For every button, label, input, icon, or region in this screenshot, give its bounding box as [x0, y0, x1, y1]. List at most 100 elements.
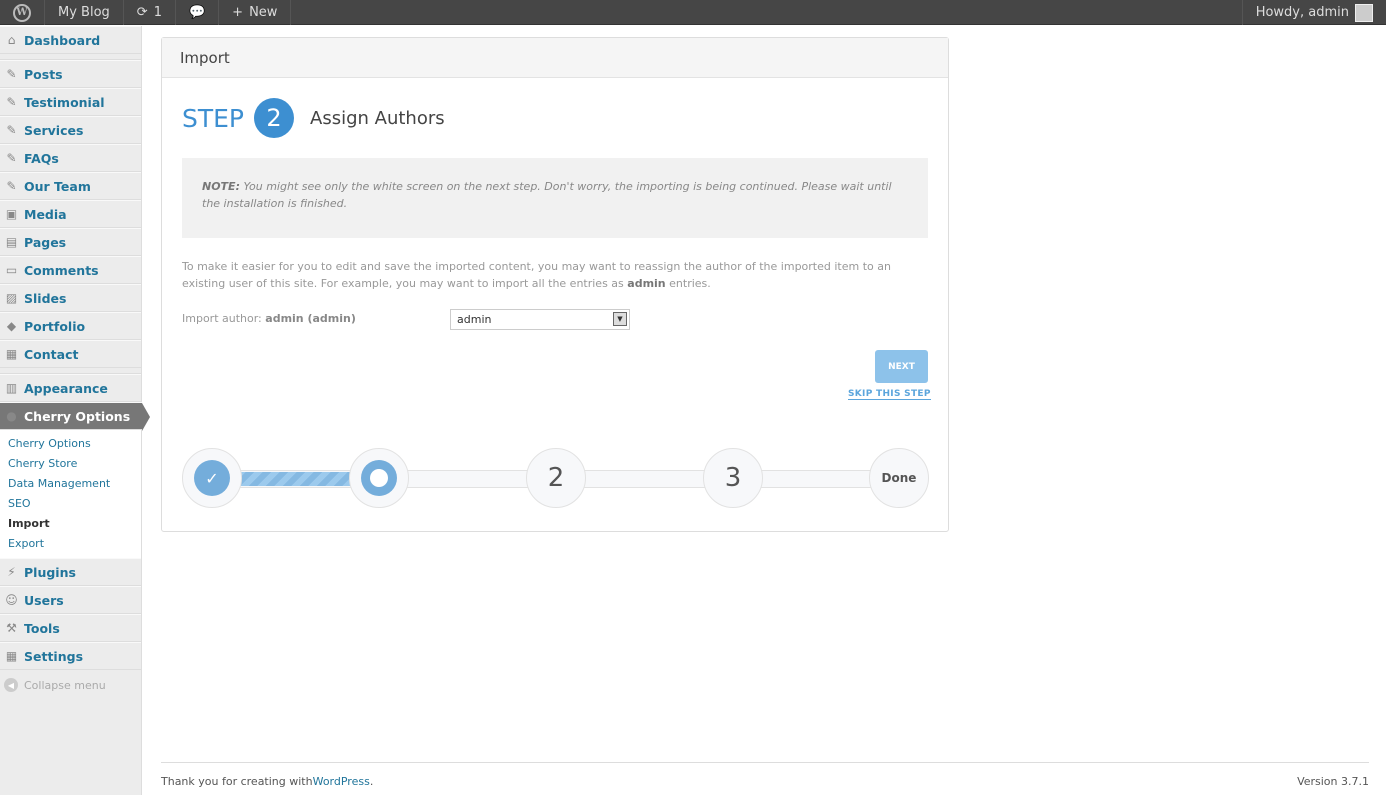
current-step-ring-icon [361, 460, 397, 496]
step-title: Assign Authors [310, 107, 445, 129]
sidebar-item-posts[interactable]: ✎ Posts [0, 60, 141, 88]
import-author-label: Import author: admin (admin) [182, 312, 356, 325]
testimonial-icon: ✎ [6, 95, 17, 109]
sidebar-item-label: Appearance [24, 380, 108, 396]
sidebar-item-label: Our Team [24, 178, 91, 194]
tools-icon: ⚒ [6, 621, 17, 635]
comments-icon: ▭ [5, 263, 18, 277]
desc-bold: admin [627, 277, 666, 290]
author-select[interactable]: admin ▼ [450, 309, 630, 330]
sidebar-item-testimonial[interactable]: ✎ Testimonial [0, 88, 141, 116]
check-icon: ✓ [194, 460, 230, 496]
submenu-item-data-management[interactable]: Data Management [0, 474, 141, 494]
skip-step-link[interactable]: SKIP THIS STEP [848, 389, 931, 400]
step-heading: STEP 2 Assign Authors [182, 98, 445, 138]
site-name-link[interactable]: My Blog [45, 0, 124, 25]
sidebar-item-plugins[interactable]: ⚡ Plugins [0, 558, 141, 586]
sidebar-item-slides[interactable]: ▨ Slides [0, 284, 141, 312]
description: To make it easier for you to edit and sa… [182, 258, 932, 292]
desc-text: To make it easier for you to edit and sa… [182, 260, 891, 290]
sidebar-item-label: Plugins [24, 564, 76, 580]
step-word: STEP [182, 103, 245, 133]
sidebar-item-label: Contact [24, 346, 79, 362]
wordpress-logo-button[interactable]: W [0, 0, 45, 25]
sidebar-item-media[interactable]: ▣ Media [0, 200, 141, 228]
progress-node-2: 2 [526, 448, 586, 508]
services-icon: ✎ [6, 123, 17, 137]
updates-count: 1 [153, 5, 162, 20]
sidebar-item-label: Comments [24, 262, 99, 278]
dropdown-arrow-icon: ▼ [613, 312, 627, 326]
wordpress-link[interactable]: WordPress [313, 775, 370, 788]
sidebar-item-label: Dashboard [24, 32, 101, 48]
posts-icon: ✎ [6, 67, 17, 81]
collapse-menu-button[interactable]: ◀ Collapse menu [0, 670, 141, 700]
sidebar-item-contact[interactable]: ▦ Contact [0, 340, 141, 368]
comment-icon: 💬 [188, 5, 206, 20]
sidebar-item-label: Services [24, 122, 84, 138]
submenu-item-cherry-store[interactable]: Cherry Store [0, 454, 141, 474]
settings-icon: ▦ [5, 649, 18, 663]
sidebar-item-label: Posts [24, 66, 63, 82]
footer-thanks: Thank you for creating with [161, 775, 313, 788]
new-content-button[interactable]: + New [219, 0, 292, 25]
author-name: admin (admin) [265, 312, 356, 325]
sidebar-item-dashboard[interactable]: ⌂ Dashboard [0, 26, 141, 54]
progress-node-complete: ✓ [182, 448, 242, 508]
sidebar-item-our-team[interactable]: ✎ Our Team [0, 172, 141, 200]
note-box: NOTE: You might see only the white scree… [182, 158, 928, 238]
sidebar-item-settings[interactable]: ▦ Settings [0, 642, 141, 670]
panel-title: Import [162, 38, 948, 78]
sidebar-item-label: Portfolio [24, 318, 86, 334]
media-icon: ▣ [5, 207, 18, 221]
sidebar-item-appearance[interactable]: ▥ Appearance [0, 374, 141, 402]
comments-button[interactable]: 💬 [176, 0, 220, 25]
submenu-item-export[interactable]: Export [0, 534, 141, 554]
author-select-value: admin [457, 313, 492, 326]
sidebar-item-services[interactable]: ✎ Services [0, 116, 141, 144]
note-text: You might see only the white screen on t… [202, 180, 892, 210]
footer-dot: . [369, 775, 374, 788]
admin-sidebar: ⌂ Dashboard ✎ Posts ✎ Testimonial ✎ Services ✎ FA… [0, 26, 150, 795]
sidebar-item-label: FAQs [24, 150, 59, 166]
portfolio-icon: ◆ [6, 319, 17, 333]
sidebar-item-faqs[interactable]: ✎ FAQs [0, 144, 141, 172]
contact-icon: ▦ [5, 347, 18, 361]
submenu-item-import[interactable]: Import [0, 514, 141, 534]
updates-button[interactable]: ⟳ 1 [124, 0, 176, 25]
new-label: New [249, 5, 278, 20]
howdy-label: Howdy, admin [1255, 5, 1349, 20]
account-menu[interactable]: Howdy, admin [1241, 0, 1386, 25]
sidebar-item-label: Cherry Options [24, 408, 131, 424]
submenu-item-seo[interactable]: SEO [0, 494, 141, 514]
sidebar-item-pages[interactable]: ▤ Pages [0, 228, 141, 256]
sidebar-item-users[interactable]: ☺ Users [0, 586, 141, 614]
sidebar-item-label: Media [24, 206, 67, 222]
sidebar-item-label: Pages [24, 234, 67, 250]
sidebar-item-label: Slides [24, 290, 67, 306]
dashboard-icon: ⌂ [7, 33, 16, 47]
sidebar-item-label: Tools [24, 620, 60, 636]
author-label: Import author: [182, 312, 266, 325]
avatar [1355, 3, 1373, 22]
appearance-icon: ▥ [5, 381, 18, 395]
our-team-icon: ✎ [6, 179, 17, 193]
pages-icon: ▤ [5, 235, 18, 249]
faqs-icon: ✎ [6, 151, 17, 165]
version-label: Version 3.7.1 [1297, 775, 1369, 788]
sidebar-item-label: Testimonial [24, 94, 105, 110]
sidebar-item-cherry-options[interactable]: ● Cherry Options [0, 402, 150, 431]
next-button[interactable]: NEXT [875, 350, 928, 383]
desc-end: entries. [665, 277, 711, 290]
sidebar-item-portfolio[interactable]: ◆ Portfolio [0, 312, 141, 340]
plus-icon: + [232, 5, 244, 20]
sidebar-item-comments[interactable]: ▭ Comments [0, 256, 141, 284]
cherry-options-icon: ● [6, 409, 17, 423]
slides-icon: ▨ [5, 291, 18, 305]
step-number: 2 [254, 98, 295, 138]
note-label: NOTE: [202, 180, 240, 193]
progress-steps: ✓ 2 3 Done [182, 448, 930, 510]
sidebar-item-tools[interactable]: ⚒ Tools [0, 614, 141, 642]
sidebar-item-label: Users [24, 592, 64, 608]
submenu-item-cherry-options[interactable]: Cherry Options [0, 434, 141, 454]
